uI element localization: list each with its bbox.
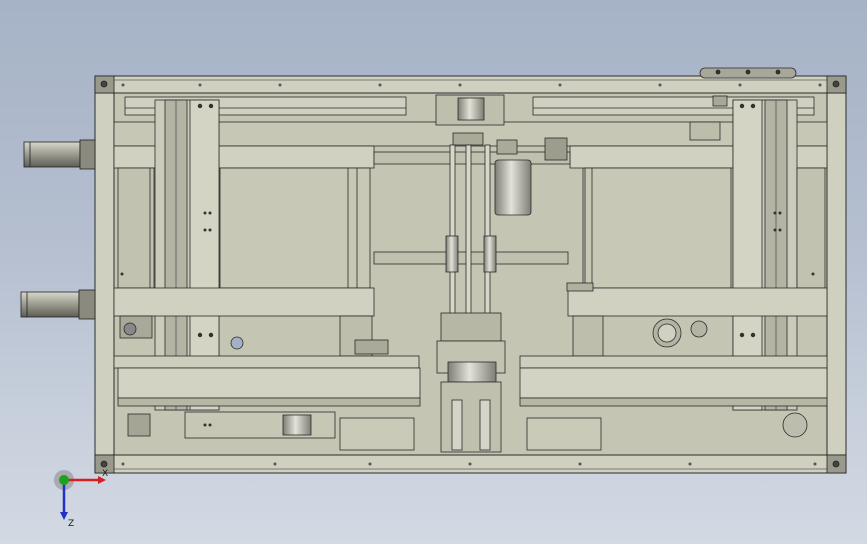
left-motor-lower	[20, 289, 96, 320]
cad-assembly-model[interactable]	[0, 0, 867, 544]
orientation-triad[interactable]: X Z	[44, 466, 114, 528]
top-cover-plate	[699, 67, 797, 79]
y-axis-dot-icon[interactable]	[59, 475, 69, 485]
z-axis-label: Z	[68, 519, 74, 528]
x-axis-label: X	[102, 469, 108, 479]
left-motor-upper	[23, 139, 96, 170]
z-axis-arrowhead-icon	[60, 512, 68, 520]
graphics-viewport[interactable]: X Z	[0, 0, 867, 544]
